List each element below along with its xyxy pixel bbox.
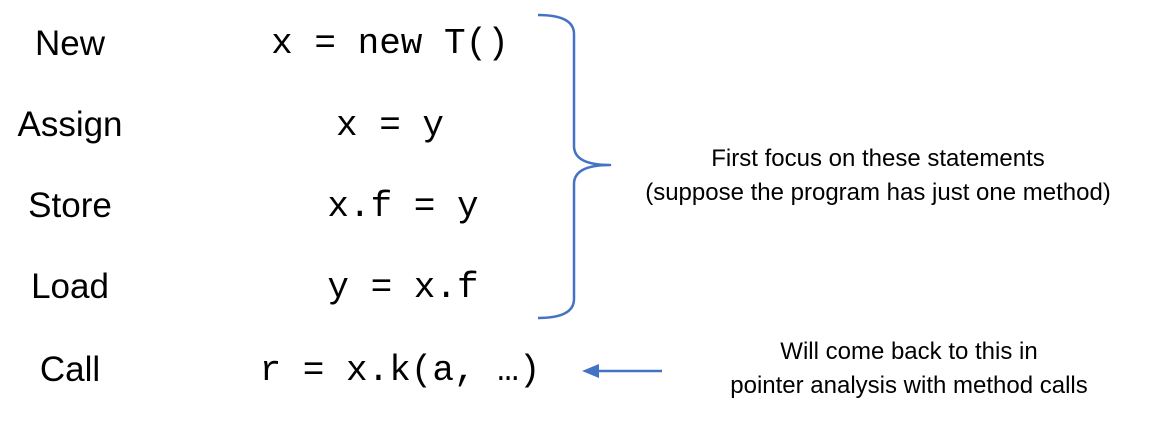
arrow-note: Will come back to this in pointer analys… [730, 335, 1088, 403]
brace-note-line-2: (suppose the program has just one method… [645, 179, 1111, 206]
arrow-note-line-1: Will come back to this in [780, 338, 1038, 365]
arrow-head-icon [582, 364, 599, 378]
arrow-note-line-2: pointer analysis with method calls [730, 372, 1088, 399]
right-brace [537, 13, 612, 320]
slide-canvas: New Assign Store Load Call x = new T() x… [0, 0, 1172, 425]
brace-note: First focus on these statements (suppose… [645, 142, 1111, 210]
brace-note-line-1: First focus on these statements [711, 145, 1045, 172]
